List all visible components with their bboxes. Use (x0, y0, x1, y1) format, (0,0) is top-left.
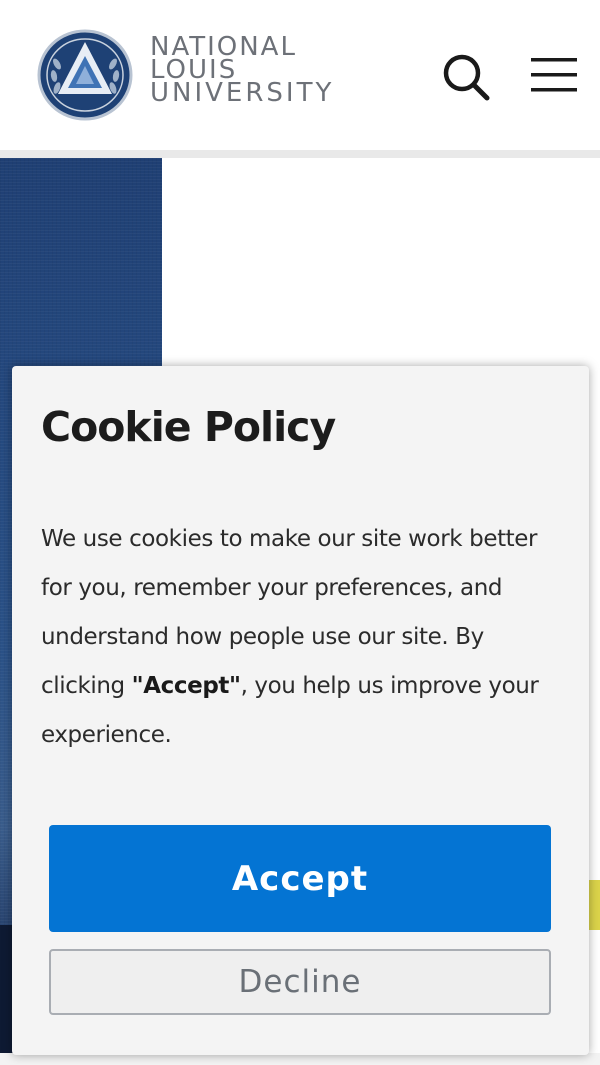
logo-line-university: UNIVERSITY (150, 78, 335, 108)
cookie-dialog-text: We use cookies to make our site work bet… (41, 515, 571, 760)
cookie-text-accept-emphasis: "Accept" (131, 673, 241, 699)
cookie-dialog-title: Cookie Policy (41, 403, 336, 451)
nlu-seal-icon[interactable] (36, 28, 134, 122)
cookie-policy-dialog: Cookie Policy We use cookies to make our… (12, 366, 589, 1055)
search-button[interactable] (438, 50, 492, 104)
hamburger-menu-icon (531, 58, 577, 92)
logo-wordmark[interactable]: NATIONAL LOUIS UNIVERSITY (150, 34, 335, 108)
accept-button[interactable]: Accept (49, 825, 551, 932)
site-header: NATIONAL LOUIS UNIVERSITY (0, 0, 600, 150)
menu-button[interactable] (528, 52, 580, 98)
highlight-accent (588, 880, 600, 930)
decline-button[interactable]: Decline (49, 949, 551, 1015)
search-icon (443, 54, 490, 101)
header-divider (0, 150, 600, 158)
